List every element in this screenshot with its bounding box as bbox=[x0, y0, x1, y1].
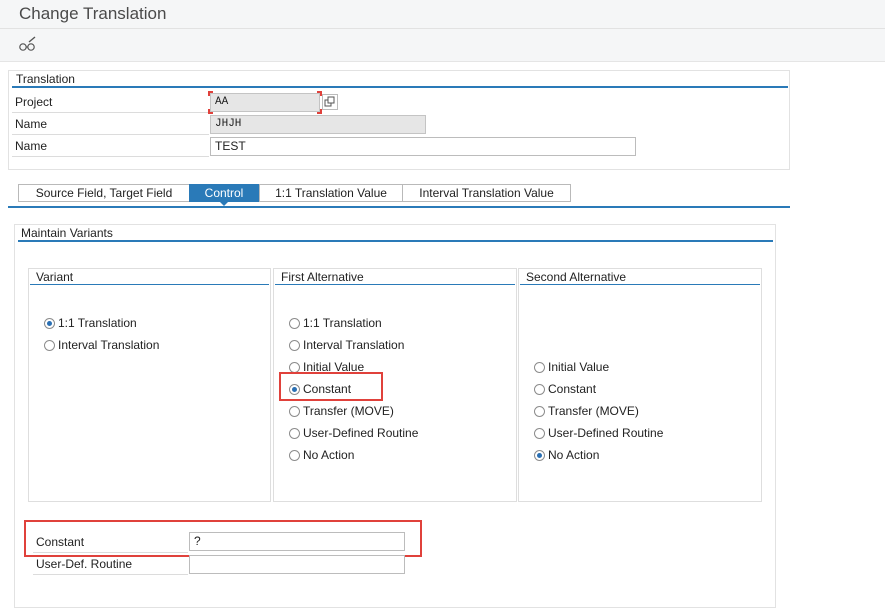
second-alternative-title: Second Alternative bbox=[520, 269, 760, 285]
radio-variant-one-to-one[interactable]: 1:1 Translation bbox=[44, 315, 137, 331]
radio-button[interactable] bbox=[44, 318, 55, 329]
radio-label: No Action bbox=[548, 448, 600, 462]
toolbar bbox=[0, 29, 885, 62]
radio-button[interactable] bbox=[534, 384, 545, 395]
tab-source-field-target-field[interactable]: Source Field, Target Field bbox=[18, 184, 190, 202]
radio-button[interactable] bbox=[289, 428, 300, 439]
constant-field[interactable]: ? bbox=[189, 532, 405, 551]
radio-label: User-Defined Routine bbox=[303, 426, 419, 440]
tab-strip-underline bbox=[8, 206, 790, 208]
radio-label: Constant bbox=[548, 382, 597, 396]
radio-second-no-action[interactable]: No Action bbox=[534, 447, 599, 463]
name-code-field[interactable]: JHJH bbox=[210, 115, 426, 134]
project-label: Project bbox=[12, 92, 209, 113]
user-def-routine-label: User-Def. Routine bbox=[33, 555, 188, 575]
window-title: Change Translation bbox=[19, 4, 167, 23]
display-change-icon[interactable] bbox=[18, 36, 38, 54]
radio-label: Transfer (MOVE) bbox=[548, 404, 639, 418]
radio-button[interactable] bbox=[289, 318, 300, 329]
translation-group-divider bbox=[12, 86, 788, 88]
highlight-box-constant-option bbox=[279, 372, 383, 401]
radio-button[interactable] bbox=[534, 428, 545, 439]
radio-first-one-to-one[interactable]: 1:1 Translation bbox=[289, 315, 382, 331]
radio-button[interactable] bbox=[289, 340, 300, 351]
first-alternative-title: First Alternative bbox=[275, 269, 515, 285]
radio-second-initial-value[interactable]: Initial Value bbox=[534, 359, 609, 375]
radio-first-user-defined[interactable]: User-Defined Routine bbox=[289, 425, 418, 441]
radio-button[interactable] bbox=[534, 406, 545, 417]
radio-button[interactable] bbox=[289, 406, 300, 417]
description-field[interactable]: TEST bbox=[210, 137, 636, 156]
description-label: Name bbox=[12, 136, 209, 157]
radio-label: 1:1 Translation bbox=[58, 316, 137, 330]
variant-panel-title: Variant bbox=[30, 269, 269, 285]
radio-label: No Action bbox=[303, 448, 355, 462]
constant-label: Constant bbox=[33, 533, 188, 553]
radio-label: Interval Translation bbox=[58, 338, 160, 352]
radio-button[interactable] bbox=[534, 450, 545, 461]
radio-second-transfer[interactable]: Transfer (MOVE) bbox=[534, 403, 639, 419]
radio-button[interactable] bbox=[289, 450, 300, 461]
name-label: Name bbox=[12, 114, 209, 135]
radio-first-transfer[interactable]: Transfer (MOVE) bbox=[289, 403, 394, 419]
translation-group-title: Translation bbox=[16, 72, 75, 86]
radio-button[interactable] bbox=[534, 362, 545, 373]
copy-icon bbox=[324, 96, 335, 107]
radio-label: Initial Value bbox=[548, 360, 610, 374]
radio-label: Interval Translation bbox=[303, 338, 405, 352]
tab-control[interactable]: Control bbox=[189, 184, 259, 202]
variant-panel bbox=[28, 268, 271, 502]
value-help-button[interactable] bbox=[322, 94, 338, 110]
radio-label: 1:1 Translation bbox=[303, 316, 382, 330]
radio-label: Transfer (MOVE) bbox=[303, 404, 394, 418]
radio-variant-interval[interactable]: Interval Translation bbox=[44, 337, 159, 353]
radio-first-interval[interactable]: Interval Translation bbox=[289, 337, 404, 353]
radio-label: User-Defined Routine bbox=[548, 426, 664, 440]
maintain-variants-title: Maintain Variants bbox=[21, 226, 113, 240]
maintain-variants-divider bbox=[18, 240, 773, 242]
tab-interval-translation-value[interactable]: Interval Translation Value bbox=[402, 184, 571, 202]
radio-button[interactable] bbox=[44, 340, 55, 351]
required-marker bbox=[208, 91, 213, 96]
project-field[interactable]: AA bbox=[210, 93, 320, 112]
user-def-routine-field[interactable] bbox=[189, 555, 405, 574]
radio-second-user-defined[interactable]: User-Defined Routine bbox=[534, 425, 663, 441]
radio-first-no-action[interactable]: No Action bbox=[289, 447, 354, 463]
radio-second-constant[interactable]: Constant bbox=[534, 381, 596, 397]
tab-one-to-one-translation-value[interactable]: 1:1 Translation Value bbox=[259, 184, 403, 202]
